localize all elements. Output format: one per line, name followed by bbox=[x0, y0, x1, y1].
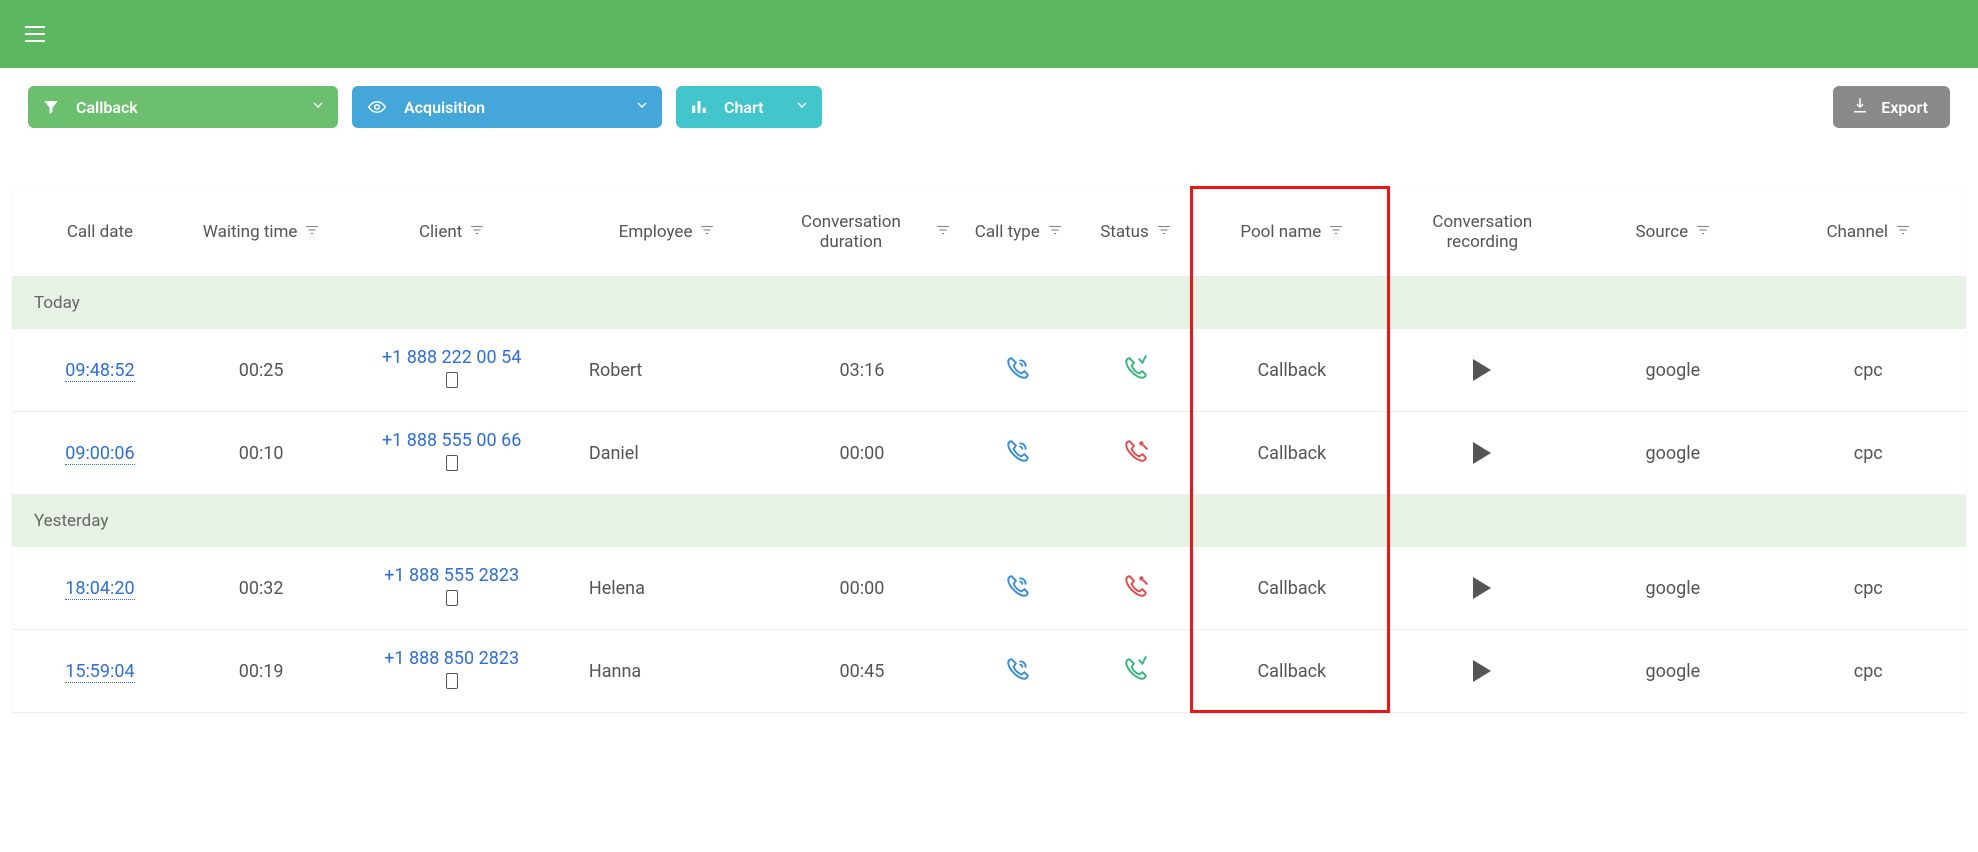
employee-name: Daniel bbox=[589, 443, 639, 464]
call-time-link[interactable]: 15:59:04 bbox=[65, 661, 134, 683]
filter-icon[interactable] bbox=[470, 222, 484, 242]
col-conversation-recording[interactable]: Conversation recording bbox=[1390, 188, 1576, 277]
col-status[interactable]: Status bbox=[1077, 188, 1194, 277]
filter-acquisition-label: Acquisition bbox=[404, 98, 485, 117]
pool-name-value: Callback bbox=[1257, 443, 1326, 464]
call-time-link[interactable]: 09:00:06 bbox=[65, 443, 134, 465]
col-source[interactable]: Source bbox=[1575, 188, 1770, 277]
employee-name: Hanna bbox=[589, 661, 641, 682]
chevron-down-icon bbox=[310, 97, 326, 117]
mobile-icon bbox=[446, 372, 458, 388]
calls-table: Call date Waiting time Client Employee C… bbox=[12, 188, 1966, 713]
channel-value: cpc bbox=[1854, 661, 1883, 682]
employee-name: Helena bbox=[589, 578, 645, 599]
duration-value: 00:00 bbox=[840, 443, 885, 464]
waiting-time-value: 00:19 bbox=[239, 661, 284, 682]
call-type-icon bbox=[1004, 666, 1032, 687]
status-icon bbox=[1122, 666, 1150, 687]
calls-table-container: Call date Waiting time Client Employee C… bbox=[12, 188, 1966, 713]
bar-chart-icon bbox=[690, 98, 708, 116]
duration-value: 03:16 bbox=[840, 360, 885, 381]
mobile-icon bbox=[446, 590, 458, 606]
pool-name-value: Callback bbox=[1257, 360, 1326, 381]
mobile-icon bbox=[446, 455, 458, 471]
filter-callback-dropdown[interactable]: Callback bbox=[28, 86, 338, 128]
channel-value: cpc bbox=[1854, 360, 1883, 381]
table-row: 15:59:04 00:19 +1 888 850 2823 Hanna 00:45 Ca… bbox=[12, 630, 1966, 713]
play-recording-button[interactable] bbox=[1473, 359, 1491, 381]
status-icon bbox=[1122, 448, 1150, 469]
menu-icon[interactable] bbox=[20, 19, 50, 49]
play-recording-button[interactable] bbox=[1473, 660, 1491, 682]
col-employee[interactable]: Employee bbox=[569, 188, 764, 277]
channel-value: cpc bbox=[1854, 578, 1883, 599]
waiting-time-value: 00:32 bbox=[239, 578, 284, 599]
client-phone-link[interactable]: +1 888 222 00 54 bbox=[344, 347, 558, 368]
group-label: Yesterday bbox=[12, 495, 1966, 548]
source-value: google bbox=[1646, 661, 1701, 682]
col-pool-name[interactable]: Pool name bbox=[1194, 188, 1389, 277]
chevron-down-icon bbox=[794, 97, 810, 117]
channel-value: cpc bbox=[1854, 443, 1883, 464]
call-type-icon bbox=[1004, 365, 1032, 386]
filter-icon[interactable] bbox=[1696, 222, 1710, 242]
play-recording-button[interactable] bbox=[1473, 442, 1491, 464]
table-row: 18:04:20 00:32 +1 888 555 2823 Helena 00:00 C… bbox=[12, 547, 1966, 630]
col-client[interactable]: Client bbox=[334, 188, 568, 277]
pool-name-value: Callback bbox=[1257, 578, 1326, 599]
col-call-date[interactable]: Call date bbox=[12, 188, 188, 277]
source-value: google bbox=[1646, 443, 1701, 464]
col-conversation-duration[interactable]: Conversation duration bbox=[764, 188, 959, 277]
filter-icon[interactable] bbox=[1048, 222, 1062, 242]
status-icon bbox=[1122, 583, 1150, 604]
table-row: 09:00:06 00:10 +1 888 555 00 66 Daniel 00:00… bbox=[12, 412, 1966, 495]
group-header: Today bbox=[12, 277, 1966, 330]
group-header: Yesterday bbox=[12, 495, 1966, 548]
call-type-icon bbox=[1004, 448, 1032, 469]
eye-icon bbox=[366, 98, 388, 116]
waiting-time-value: 00:10 bbox=[239, 443, 284, 464]
filter-icon[interactable] bbox=[1329, 222, 1343, 242]
col-call-type[interactable]: Call type bbox=[960, 188, 1077, 277]
chevron-down-icon bbox=[634, 97, 650, 117]
filter-chart-dropdown[interactable]: Chart bbox=[676, 86, 822, 128]
filter-icon[interactable] bbox=[700, 222, 714, 242]
filter-acquisition-dropdown[interactable]: Acquisition bbox=[352, 86, 662, 128]
export-label: Export bbox=[1881, 98, 1928, 117]
pool-name-value: Callback bbox=[1257, 661, 1326, 682]
client-phone-link[interactable]: +1 888 555 2823 bbox=[344, 565, 558, 586]
duration-value: 00:45 bbox=[840, 661, 885, 682]
filter-icon[interactable] bbox=[1896, 222, 1910, 242]
waiting-time-value: 00:25 bbox=[239, 360, 284, 381]
play-recording-button[interactable] bbox=[1473, 577, 1491, 599]
call-time-link[interactable]: 18:04:20 bbox=[65, 578, 134, 600]
duration-value: 00:00 bbox=[840, 578, 885, 599]
call-time-link[interactable]: 09:48:52 bbox=[65, 360, 134, 382]
col-channel[interactable]: Channel bbox=[1771, 188, 1966, 277]
source-value: google bbox=[1646, 578, 1701, 599]
funnel-icon bbox=[42, 98, 60, 116]
col-waiting-time[interactable]: Waiting time bbox=[188, 188, 335, 277]
filter-callback-label: Callback bbox=[76, 98, 138, 117]
filter-bar: Callback Acquisition Chart Export bbox=[0, 68, 1978, 128]
source-value: google bbox=[1646, 360, 1701, 381]
download-icon bbox=[1851, 96, 1869, 118]
filter-icon[interactable] bbox=[936, 222, 950, 242]
filter-icon[interactable] bbox=[305, 222, 319, 242]
filter-icon[interactable] bbox=[1157, 222, 1171, 242]
client-phone-link[interactable]: +1 888 555 00 66 bbox=[344, 430, 558, 451]
group-label: Today bbox=[12, 277, 1966, 330]
client-phone-link[interactable]: +1 888 850 2823 bbox=[344, 648, 558, 669]
call-type-icon bbox=[1004, 583, 1032, 604]
status-icon bbox=[1122, 365, 1150, 386]
table-row: 09:48:52 00:25 +1 888 222 00 54 Robert 03:16… bbox=[12, 329, 1966, 412]
export-button[interactable]: Export bbox=[1833, 86, 1950, 128]
top-bar bbox=[0, 0, 1978, 68]
mobile-icon bbox=[446, 673, 458, 689]
filter-chart-label: Chart bbox=[724, 98, 764, 117]
employee-name: Robert bbox=[589, 360, 642, 381]
